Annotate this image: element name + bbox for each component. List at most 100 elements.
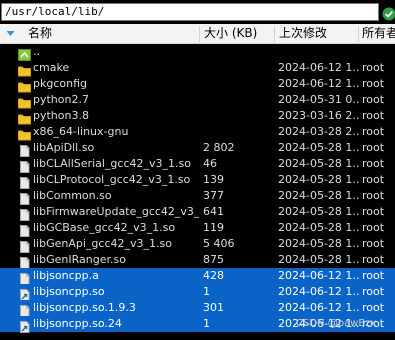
file-row[interactable]: libjsoncpp.so 1 2024-06-12 1... root [0,284,395,301]
file-modified [278,44,360,60]
file-row[interactable]: libGCBase_gcc42_v3_1.so 119 2024-05-28 1..… [0,220,395,237]
file-name: python3.8 [33,109,89,122]
file-name: libFirmwareUpdate_gcc42_v3_1.so [33,205,199,218]
file-name: libCommon.so [33,189,112,202]
file-row[interactable]: x86_64-linux-gnu 2024-03-28 2... root [0,124,395,141]
file-modified: 2023-03-16 2... [278,109,360,122]
file-name: x86_64-linux-gnu [33,125,129,138]
link-file-icon [18,286,31,301]
file-manager-window: /usr/local/lib/ 名称 大小 (KB) 上次修改 所有者 .. cm… [0,0,395,340]
file-owner: root [362,301,385,314]
file-modified: 2024-05-28 1... [278,141,360,154]
file-modified: 2024-05-31 0... [278,93,360,106]
file-name: libGenIRanger.so [33,253,126,266]
file-name: pkgconfig [33,77,87,90]
file-row[interactable]: libCLProtocol_gcc42_v3_1.so 139 2024-05-28… [0,172,395,189]
path-input[interactable]: /usr/local/lib/ [1,3,379,21]
file-size: 428 [203,269,224,282]
file-owner [362,44,395,60]
file-row[interactable]: python3.8 2023-03-16 2... root [0,108,395,125]
file-modified: 2024-05-28 1... [278,189,360,202]
file-owner: root [362,109,385,122]
sort-descending-icon[interactable] [6,30,15,37]
file-modified: 2024-05-28 1... [278,221,360,234]
file-name: libCLProtocol_gcc42_v3_1.so [33,173,191,186]
file-size: 377 [203,189,224,202]
file-size [203,124,273,140]
file-row[interactable]: libjsoncpp.a 428 2024-06-12 1... root [0,268,395,285]
column-divider[interactable] [274,26,275,42]
file-modified: 2024-05-28 1... [278,253,360,266]
file-size: 2 802 [203,141,235,154]
file-row[interactable]: libGenApi_gcc42_v3_1.so 5 406 2024-05-28 1… [0,236,395,253]
file-modified: 2024-05-28 1... [278,157,360,170]
file-owner: root [362,237,385,250]
link-file-icon [18,318,31,333]
column-name[interactable]: 名称 [28,24,198,43]
file-owner: root [362,221,385,234]
file-name: libjsoncpp.so.24 [33,317,122,330]
file-modified: 2024-06-12 1... [278,285,360,298]
parent-folder-icon [18,46,31,61]
file-icon [18,222,31,237]
file-icon [18,254,31,269]
folder-icon [18,110,31,125]
file-owner: root [362,157,385,170]
watermark: CSDN @pawBzx [296,318,377,329]
file-owner: root [362,93,385,106]
file-name: libCLAllSerial_gcc42_v3_1.so [33,157,191,170]
file-icon [18,158,31,173]
file-size [203,60,273,76]
file-row[interactable]: libjsoncpp.so.1.9.3 301 2024-06-12 1... roo… [0,300,395,317]
folder-icon [18,126,31,141]
file-modified: 2024-06-12 1... [278,301,360,314]
column-divider[interactable] [358,26,359,42]
file-size [203,44,273,60]
file-row[interactable]: pkgconfig 2024-06-12 1... root [0,76,395,93]
file-size: 301 [203,301,224,314]
column-owner[interactable]: 所有者 [362,24,395,43]
file-row[interactable]: .. [0,44,395,61]
file-name: libApiDll.so [33,141,95,154]
file-owner: root [362,269,385,282]
file-owner: root [362,77,385,90]
file-size: 119 [203,221,224,234]
file-owner: root [362,189,385,202]
file-list: .. cmake 2024-06-12 1... root pkgconfig 2024-… [0,44,395,340]
file-owner: root [362,253,385,266]
column-modified[interactable]: 上次修改 [279,24,357,43]
file-icon [18,270,31,285]
file-size [203,108,273,124]
file-modified: 2024-05-28 1... [278,205,360,218]
file-size: 875 [203,253,224,266]
file-size: 641 [203,205,224,218]
file-size: 46 [203,157,217,170]
file-row[interactable]: libApiDll.so 2 802 2024-05-28 1... root [0,140,395,157]
file-row[interactable]: libFirmwareUpdate_gcc42_v3_1.so 641 2024-0… [0,204,395,221]
check-icon[interactable] [382,7,395,21]
file-name: python2.7 [33,93,89,106]
file-name: libjsoncpp.a [33,269,99,282]
file-modified: 2024-05-28 1... [278,173,360,186]
file-owner: root [362,285,385,298]
file-icon [18,190,31,205]
file-icon [18,302,31,317]
file-row[interactable]: libCLAllSerial_gcc42_v3_1.so 46 2024-05-28… [0,156,395,173]
file-modified: 2024-06-12 1... [278,269,360,282]
column-header: 名称 大小 (KB) 上次修改 所有者 [0,24,395,44]
folder-icon [18,94,31,109]
file-modified: 2024-03-28 2... [278,125,360,138]
folder-icon [18,78,31,93]
file-size [203,76,273,92]
file-row[interactable]: cmake 2024-06-12 1... root [0,60,395,77]
file-row[interactable]: libCommon.so 377 2024-05-28 1... root [0,188,395,205]
file-icon [18,206,31,221]
file-owner: root [362,173,385,186]
file-row[interactable]: python2.7 2024-05-31 0... root [0,92,395,109]
path-bar: /usr/local/lib/ [0,0,395,24]
file-name: cmake [33,61,70,74]
column-divider[interactable] [199,26,200,42]
file-size [203,92,273,108]
column-size[interactable]: 大小 (KB) [204,24,272,43]
file-row[interactable]: libGenIRanger.so 875 2024-05-28 1... root [0,252,395,269]
